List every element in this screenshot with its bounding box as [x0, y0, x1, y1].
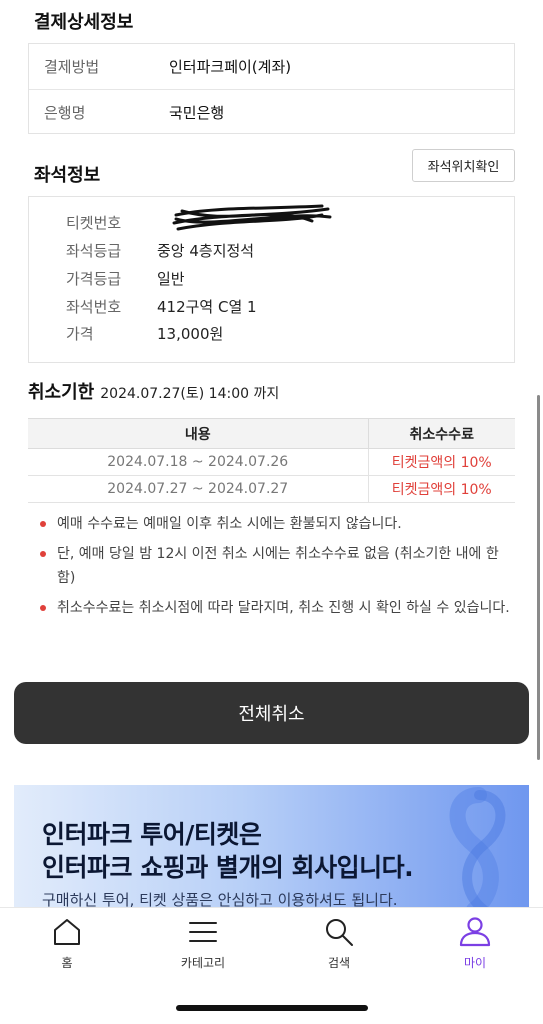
- table-header-fee: 취소수수료: [368, 418, 515, 449]
- seat-location-button[interactable]: 좌석위치확인: [412, 149, 515, 182]
- table-header-content: 내용: [28, 418, 369, 449]
- table-cell-period: 2024.07.27 ~ 2024.07.27: [28, 475, 369, 503]
- seat-number-value: 412구역 C열 1: [157, 298, 257, 316]
- table-cell-period: 2024.07.18 ~ 2024.07.26: [28, 448, 369, 476]
- table-header-row: 내용 취소수수료: [28, 418, 515, 449]
- payment-info-box: 결제방법 인터파크페이(계좌) 은행명 국민은행: [28, 43, 515, 134]
- list-item: 단, 예매 당일 밤 12시 이전 취소 시에는 취소수수료 없음 (취소기한 …: [40, 542, 510, 590]
- tab-search-label: 검색: [327, 956, 351, 970]
- note-text: 취소수수료는 취소시점에 따라 달라지며, 취소 진행 시 확인 하실 수 있습…: [57, 600, 510, 616]
- cancel-fee-table: 내용 취소수수료 2024.07.18 ~ 2024.07.26 티켓금액의 1…: [28, 418, 515, 503]
- search-icon: [326, 919, 353, 946]
- scrollbar[interactable]: [537, 395, 540, 760]
- cancel-notes-list: 예매 수수료는 예매일 이후 취소 시에는 환불되지 않습니다. 단, 예매 당…: [40, 512, 510, 626]
- seat-number-label: 좌석번호: [66, 298, 122, 316]
- note-text: 단, 예매 당일 밤 12시 이전 취소 시에는 취소수수료 없음 (취소기한 …: [57, 546, 499, 586]
- cancel-all-button[interactable]: 전체취소: [14, 682, 529, 744]
- price-grade-value: 일반: [157, 270, 185, 288]
- seat-grade-label: 좌석등급: [66, 242, 122, 260]
- table-cell-fee: 티켓금액의 10%: [368, 475, 515, 503]
- tab-home-label: 홈: [61, 956, 73, 970]
- redaction-scribble: [172, 204, 332, 231]
- home-icon: [54, 919, 80, 945]
- person-icon: [459, 917, 491, 947]
- tab-my-label: 마이: [463, 956, 487, 970]
- payment-method-row: 결제방법 인터파크페이(계좌): [29, 44, 514, 89]
- table-row: 2024.07.27 ~ 2024.07.27 티켓금액의 10%: [28, 475, 515, 503]
- notice-banner[interactable]: 인터파크 투어/티켓은 인터파크 쇼핑과 별개의 회사입니다. 구매하신 투어,…: [14, 785, 529, 915]
- banner-line-2: 인터파크 쇼핑과 별개의 회사입니다.: [42, 853, 414, 882]
- seat-grade-value: 중앙 4층지정석: [157, 242, 255, 260]
- payment-method-label: 결제방법: [44, 58, 100, 76]
- payment-section-title: 결제상세정보: [34, 12, 134, 33]
- tab-home[interactable]: 홈: [22, 916, 112, 971]
- cancel-deadline-heading: 취소기한 2024.07.27(토) 14:00 까지: [28, 378, 279, 404]
- table-cell-fee: 티켓금액의 10%: [368, 448, 515, 476]
- banner-line-1: 인터파크 투어/티켓은: [42, 820, 262, 849]
- home-indicator: [176, 1005, 368, 1011]
- price-label: 가격: [66, 325, 94, 343]
- menu-icon: [189, 922, 217, 942]
- tab-search[interactable]: 검색: [294, 916, 384, 971]
- cancel-deadline-date: 2024.07.27(토) 14:00 까지: [100, 386, 280, 402]
- ticket-number-label: 티켓번호: [66, 214, 122, 232]
- tab-category-label: 카테고리: [180, 956, 226, 970]
- list-item: 예매 수수료는 예매일 이후 취소 시에는 환불되지 않습니다.: [40, 512, 510, 536]
- bullet-icon: [40, 605, 46, 611]
- bullet-icon: [40, 551, 46, 557]
- tab-my[interactable]: 마이: [430, 916, 520, 971]
- bullet-icon: [40, 521, 46, 527]
- ribbon-decoration-icon: [449, 787, 506, 915]
- payment-method-value: 인터파크페이(계좌): [169, 58, 292, 76]
- price-value: 13,000원: [157, 325, 224, 343]
- tab-category[interactable]: 카테고리: [158, 916, 248, 971]
- bank-name-value: 국민은행: [169, 103, 225, 122]
- bank-name-row: 은행명 국민은행: [29, 89, 514, 134]
- note-text: 예매 수수료는 예매일 이후 취소 시에는 환불되지 않습니다.: [57, 516, 402, 532]
- seat-section-title: 좌석정보: [34, 165, 101, 186]
- table-row: 2024.07.18 ~ 2024.07.26 티켓금액의 10%: [28, 448, 515, 476]
- list-item: 취소수수료는 취소시점에 따라 달라지며, 취소 진행 시 확인 하실 수 있습…: [40, 596, 510, 620]
- cancel-deadline-title: 취소기한: [28, 382, 95, 403]
- bank-name-label: 은행명: [44, 103, 86, 122]
- price-grade-label: 가격등급: [66, 270, 122, 288]
